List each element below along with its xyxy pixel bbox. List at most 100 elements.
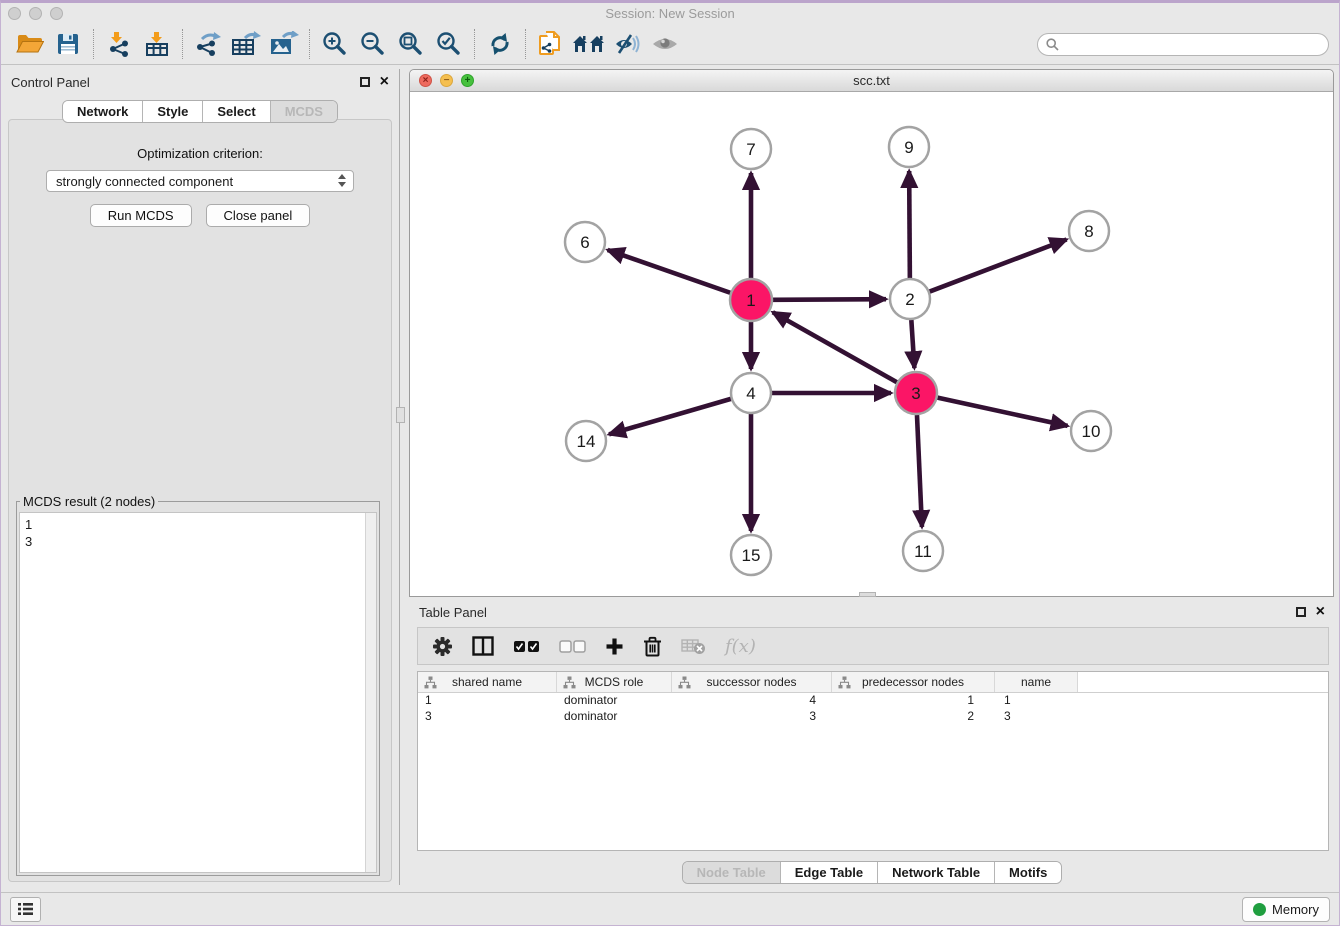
- function-builder-icon[interactable]: f(x): [725, 636, 756, 657]
- tab-mcds[interactable]: MCDS: [271, 101, 337, 122]
- graph-node-label: 11: [914, 542, 932, 561]
- table-cell[interactable]: dominator: [557, 693, 672, 709]
- table-cell[interactable]: 3: [995, 709, 1078, 725]
- memory-label: Memory: [1272, 902, 1319, 917]
- graph-node-label: 6: [580, 233, 589, 252]
- main-toolbar: [1, 24, 1339, 65]
- graph-edge-3-10[interactable]: [937, 398, 1067, 426]
- criterion-selected-value: strongly connected component: [56, 174, 233, 189]
- network-view-window: × − + scc.txt 7968124314101511: [409, 69, 1334, 597]
- app-titlebar: Session: New Session: [1, 3, 1339, 24]
- status-bar: Memory: [1, 892, 1339, 925]
- app-title: Session: New Session: [1, 6, 1339, 21]
- float-panel-icon[interactable]: [360, 77, 370, 87]
- hide-selected-icon[interactable]: [608, 27, 646, 61]
- zoom-in-icon[interactable]: [316, 27, 354, 61]
- close-table-panel-icon[interactable]: ×: [1316, 607, 1325, 617]
- table-settings-icon[interactable]: [432, 636, 453, 657]
- show-panels-button[interactable]: [10, 897, 41, 922]
- cytoscape-window: { "app": { "window_title": "Session: New…: [0, 0, 1340, 926]
- column-header-name[interactable]: name: [995, 672, 1078, 692]
- new-network-from-selection-icon[interactable]: [532, 27, 570, 61]
- network-graph[interactable]: 7968124314101511: [410, 92, 1333, 596]
- column-header-successor-nodes[interactable]: successor nodes: [672, 672, 832, 692]
- tab-network-table[interactable]: Network Table: [878, 862, 995, 883]
- add-column-icon[interactable]: [605, 637, 624, 656]
- column-header-predecessor-nodes[interactable]: predecessor nodes: [832, 672, 995, 692]
- network-canvas[interactable]: 7968124314101511: [410, 92, 1333, 596]
- first-neighbors-icon[interactable]: [570, 27, 608, 61]
- table-toolbar: f(x): [417, 627, 1329, 665]
- refresh-layout-icon[interactable]: [481, 27, 519, 61]
- graph-edge-1-6[interactable]: [608, 250, 731, 293]
- column-header-shared-name[interactable]: shared name: [418, 672, 557, 692]
- tab-network[interactable]: Network: [63, 101, 143, 122]
- select-all-columns-icon[interactable]: [513, 640, 540, 653]
- graph-edge-1-2[interactable]: [773, 299, 886, 300]
- result-scrollbar[interactable]: [365, 513, 376, 872]
- import-table-icon[interactable]: [138, 27, 176, 61]
- optimization-criterion-label: Optimization criterion:: [9, 146, 391, 161]
- search-field[interactable]: [1037, 33, 1329, 56]
- table-header-row: shared name MCDS role successor nodes pr…: [418, 672, 1328, 693]
- zoom-fit-icon[interactable]: [392, 27, 430, 61]
- table-cell[interactable]: 1: [832, 693, 995, 709]
- column-header-mcds-role[interactable]: MCDS role: [557, 672, 672, 692]
- column-layout-icon[interactable]: [472, 636, 494, 656]
- close-panel-button[interactable]: Close panel: [206, 204, 311, 227]
- panel-splitter-handle[interactable]: [396, 407, 405, 423]
- zoom-out-icon[interactable]: [354, 27, 392, 61]
- delete-table-icon[interactable]: [681, 637, 706, 655]
- delete-column-icon[interactable]: [643, 636, 662, 657]
- table-row[interactable]: 1dominator411: [418, 693, 1328, 709]
- control-panel-tabs: Network Style Select MCDS: [1, 100, 399, 123]
- graph-node-label: 3: [911, 384, 920, 403]
- control-panel-title: Control Panel: [11, 75, 90, 90]
- table-cell[interactable]: 4: [672, 693, 832, 709]
- tab-edge-table[interactable]: Edge Table: [781, 862, 878, 883]
- tab-style[interactable]: Style: [143, 101, 203, 122]
- table-row[interactable]: 3dominator323: [418, 709, 1328, 725]
- memory-status-icon: [1253, 903, 1266, 916]
- table-cell[interactable]: 3: [418, 709, 557, 725]
- table-cell[interactable]: 3: [672, 709, 832, 725]
- list-icon: [17, 902, 34, 916]
- graph-edge-3-1[interactable]: [773, 312, 897, 382]
- search-input[interactable]: [1064, 37, 1320, 51]
- canvas-splitter-handle[interactable]: [859, 592, 876, 597]
- tab-node-table[interactable]: Node Table: [683, 862, 781, 883]
- network-window-titlebar: × − + scc.txt: [410, 70, 1333, 92]
- graph-edge-2-9[interactable]: [909, 171, 910, 278]
- toolbar-separator: [525, 29, 526, 59]
- graph-edge-2-8[interactable]: [930, 240, 1067, 292]
- export-network-icon[interactable]: [189, 27, 227, 61]
- table-cell[interactable]: 2: [832, 709, 995, 725]
- table-cell[interactable]: dominator: [557, 709, 672, 725]
- table-cell[interactable]: 1: [418, 693, 557, 709]
- show-all-icon[interactable]: [646, 27, 684, 61]
- graph-node-label: 7: [746, 140, 755, 159]
- graph-node-label: 4: [746, 384, 755, 403]
- graph-edge-3-11[interactable]: [917, 415, 922, 527]
- mcds-result-title: MCDS result (2 nodes): [20, 494, 158, 509]
- close-panel-icon[interactable]: ×: [380, 77, 389, 87]
- open-file-icon[interactable]: [11, 27, 49, 61]
- table-panel-title: Table Panel: [419, 605, 487, 620]
- tab-motifs[interactable]: Motifs: [995, 862, 1061, 883]
- graph-edge-4-14[interactable]: [609, 399, 731, 434]
- export-image-icon[interactable]: [265, 27, 303, 61]
- export-table-icon[interactable]: [227, 27, 265, 61]
- memory-button[interactable]: Memory: [1242, 897, 1330, 922]
- float-table-panel-icon[interactable]: [1296, 607, 1306, 617]
- run-mcds-button[interactable]: Run MCDS: [90, 204, 192, 227]
- column-label: successor nodes: [706, 675, 796, 689]
- table-cell[interactable]: 1: [995, 693, 1078, 709]
- graph-edge-2-3[interactable]: [911, 320, 914, 368]
- import-network-icon[interactable]: [100, 27, 138, 61]
- save-session-icon[interactable]: [49, 27, 87, 61]
- zoom-selected-icon[interactable]: [430, 27, 468, 61]
- deselect-all-columns-icon[interactable]: [559, 640, 586, 653]
- graph-node-label: 2: [905, 290, 914, 309]
- tab-select[interactable]: Select: [203, 101, 270, 122]
- criterion-select[interactable]: strongly connected component: [46, 170, 354, 192]
